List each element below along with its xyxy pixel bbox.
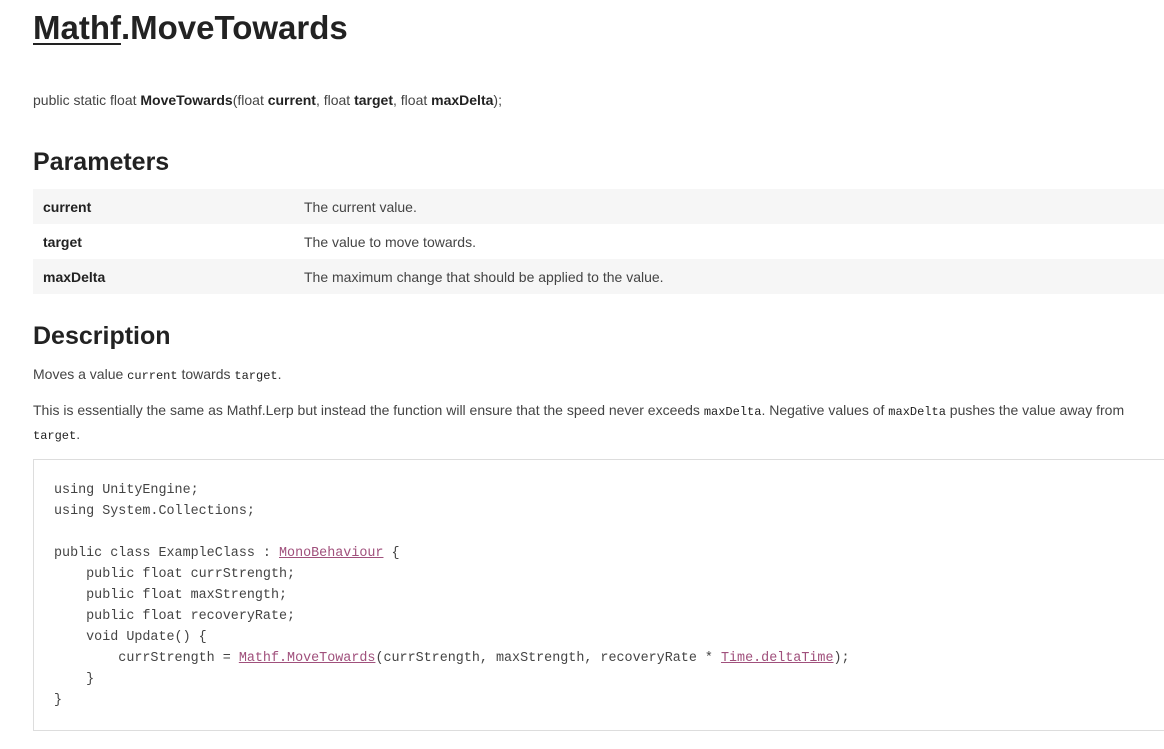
signature-sep: , float: [393, 92, 432, 108]
description-detail: This is essentially the same as Mathf.Le…: [33, 399, 1143, 447]
code-text: currStrength =: [54, 651, 239, 666]
movetowards-link[interactable]: Mathf.MoveTowards: [239, 651, 376, 666]
code-text: (currStrength, maxStrength, recoveryRate…: [375, 651, 721, 666]
inline-code: current: [127, 369, 178, 383]
inline-code: maxDelta: [703, 405, 762, 419]
code-line: void Update() {: [54, 630, 207, 645]
desc-text: . Negative values of: [761, 402, 889, 418]
method-signature: public static float MoveTowards(float cu…: [33, 90, 502, 110]
code-text: {: [383, 546, 400, 561]
description-heading: Description: [33, 322, 171, 350]
class-link[interactable]: Mathf: [33, 9, 121, 46]
inline-code: target: [234, 369, 278, 383]
deltatime-link[interactable]: Time.deltaTime: [721, 651, 834, 666]
param-name: maxDelta: [33, 259, 294, 294]
param-name: target: [43, 233, 82, 250]
desc-text: .: [76, 426, 81, 442]
desc-text: .: [277, 366, 282, 382]
code-example: using UnityEngine; using System.Collectio…: [33, 459, 1164, 731]
param-description: The value to move towards.: [304, 233, 476, 250]
code-line: public float recoveryRate;: [54, 609, 296, 624]
desc-text: This is essentially the same as Mathf.Le…: [33, 402, 704, 418]
desc-text: Moves a value: [33, 366, 128, 382]
signature-method: MoveTowards: [140, 92, 233, 108]
code-line: using UnityEngine;: [54, 483, 199, 498]
code-line: using System.Collections;: [54, 504, 255, 519]
code-line: }: [54, 672, 95, 687]
code-line: public float currStrength;: [54, 567, 296, 582]
signature-sep: , float: [315, 92, 355, 108]
code-line: currStrength = Mathf.MoveTowards(currStr…: [54, 648, 850, 669]
code-text: public class ExampleClass :: [54, 546, 279, 561]
signature-param-current: current: [267, 92, 316, 108]
desc-text: pushes the value away from: [945, 402, 1125, 418]
page-title: Mathf.MoveTowards: [33, 8, 348, 48]
signature-open: (float: [232, 92, 268, 108]
inline-code: target: [33, 429, 77, 443]
table-row: maxDelta The maximum change that should …: [33, 259, 1164, 294]
table-row: target The value to move towards.: [33, 224, 1164, 259]
code-text: );: [833, 651, 850, 666]
signature-close: );: [493, 92, 502, 108]
code-line: public class ExampleClass : MonoBehaviou…: [54, 543, 850, 564]
title-method: MoveTowards: [130, 9, 348, 46]
code-block: using UnityEngine; using System.Collectio…: [54, 480, 850, 711]
desc-text: towards: [177, 366, 235, 382]
monobehaviour-link[interactable]: MonoBehaviour: [279, 546, 383, 561]
description-summary: Moves a value current towards target.: [33, 363, 282, 387]
param-description: The maximum change that should be applie…: [294, 259, 1164, 294]
param-description: The current value.: [294, 189, 1164, 224]
signature-prefix: public static float: [33, 92, 141, 108]
param-name: current: [33, 189, 294, 224]
code-line: }: [54, 693, 63, 708]
signature-param-target: target: [354, 92, 393, 108]
title-separator: .: [120, 9, 131, 46]
parameters-heading: Parameters: [33, 148, 170, 176]
parameters-table: current The current value. target The va…: [33, 189, 1164, 294]
table-row: current The current value.: [33, 189, 1164, 224]
inline-code: maxDelta: [888, 405, 946, 419]
signature-param-maxdelta: maxDelta: [431, 92, 494, 108]
code-line: public float maxStrength;: [54, 588, 288, 603]
